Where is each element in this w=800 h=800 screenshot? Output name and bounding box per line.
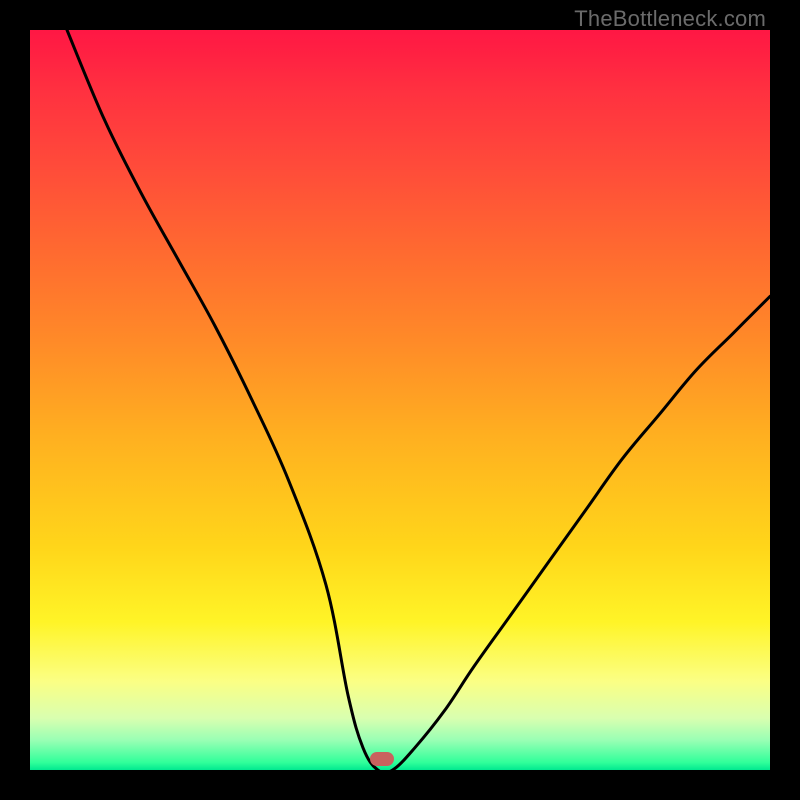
chart-frame: TheBottleneck.com bbox=[0, 0, 800, 800]
plot-area bbox=[30, 30, 770, 770]
optimum-marker bbox=[370, 752, 394, 766]
watermark-text: TheBottleneck.com bbox=[574, 6, 766, 32]
bottleneck-curve bbox=[30, 30, 770, 770]
